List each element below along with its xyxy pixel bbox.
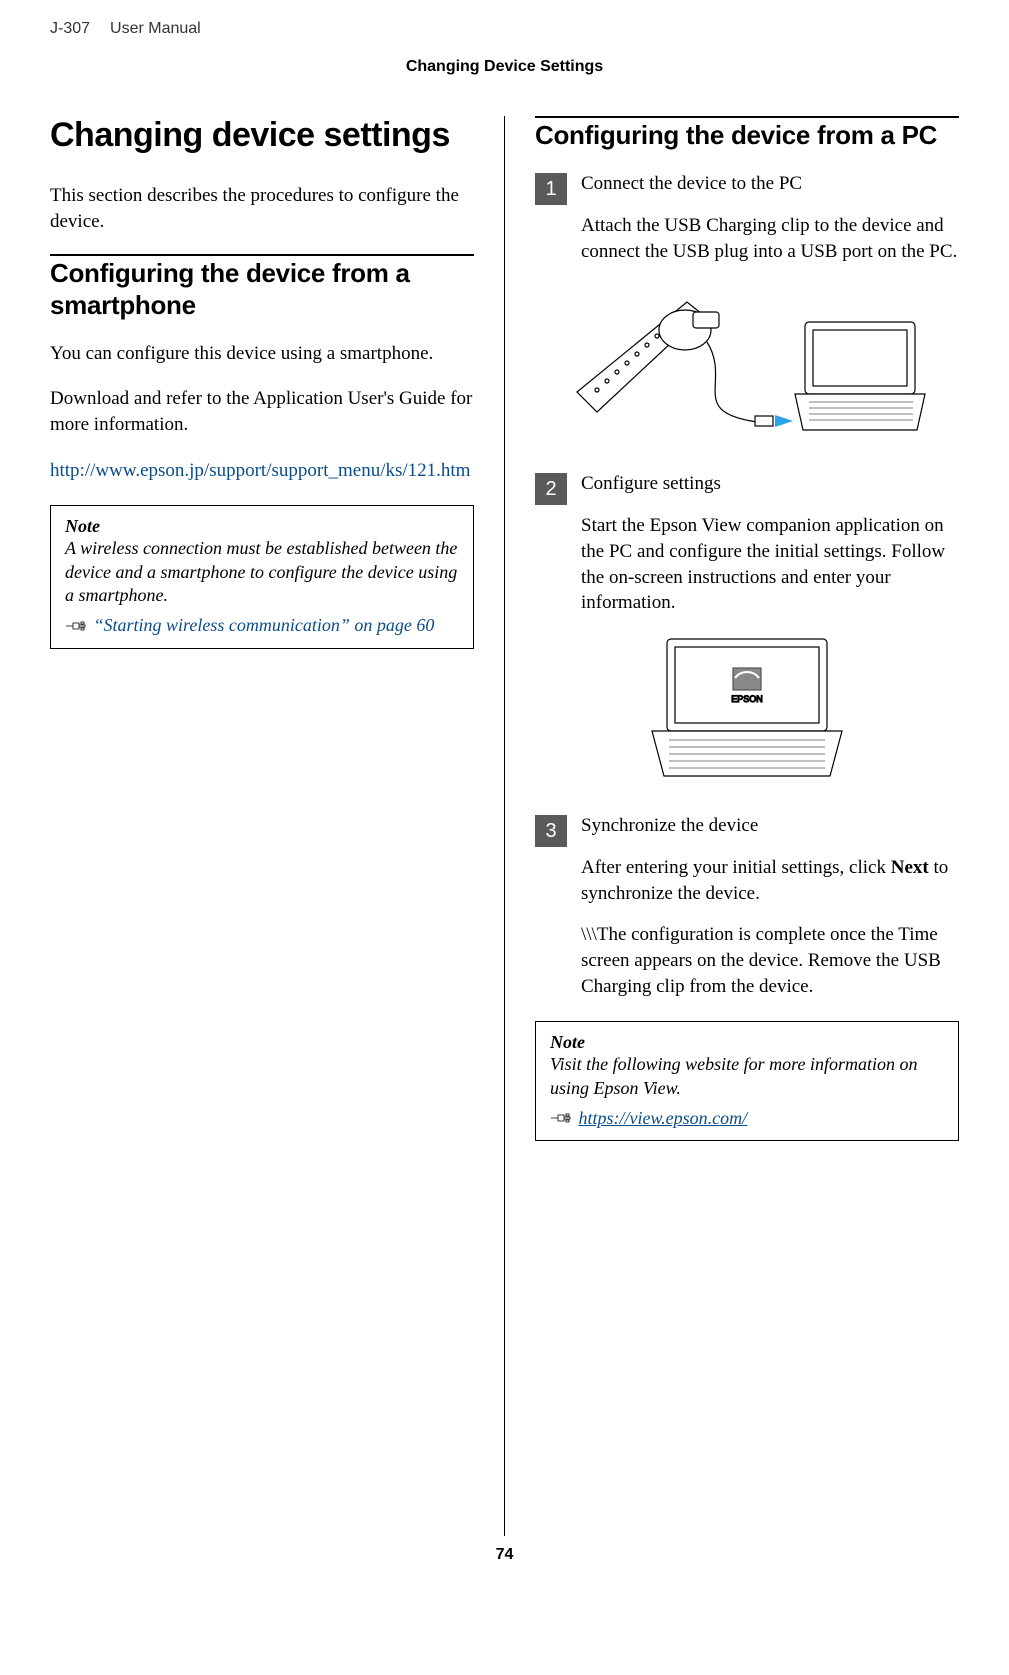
left-column: Changing device settings This section de… (50, 116, 474, 1536)
intro-text: This section describes the procedures to… (50, 183, 474, 234)
model-number: J-307 (50, 20, 90, 37)
pointing-hand-icon (550, 1109, 572, 1130)
right-column: Configuring the device from a PC 1 Conne… (535, 116, 959, 1536)
step-number-1: 1 (535, 173, 567, 205)
step-2-body: Start the Epson View companion applicati… (581, 513, 959, 616)
step-3-body: After entering your initial settings, cl… (581, 855, 959, 999)
note-label-pc: Note (550, 1032, 944, 1053)
note-label: Note (65, 516, 459, 537)
page-title: Changing device settings (50, 116, 474, 155)
step-3-body-1a: After entering your initial settings, cl… (581, 857, 891, 878)
note-box-smartphone: Note A wireless connection must be estab… (50, 505, 474, 649)
pc-heading: Configuring the device from a PC (535, 116, 959, 151)
section-title: Changing Device Settings (50, 58, 959, 76)
note-body-pc: Visit the following website for more inf… (550, 1053, 944, 1100)
note-box-pc: Note Visit the following website for mor… (535, 1021, 959, 1141)
step-3-body-2: \\\The configuration is complete once th… (581, 922, 959, 999)
pointing-hand-icon (65, 617, 87, 638)
illustration-laptop-epson: EPSON (535, 634, 959, 789)
manual-label: User Manual (110, 20, 201, 37)
step-number-3: 3 (535, 815, 567, 847)
epson-view-url-link[interactable]: https://view.epson.com/ (579, 1108, 748, 1128)
column-divider (504, 116, 505, 1536)
next-label: Next (891, 857, 929, 878)
step-1: 1 Connect the device to the PC (535, 171, 959, 205)
step-1-title: Connect the device to the PC (581, 171, 959, 197)
step-1-body: Attach the USB Charging clip to the devi… (581, 213, 959, 264)
smartphone-text-1: You can configure this device using a sm… (50, 341, 474, 367)
cross-reference-text: “Starting wireless communication” on pag… (94, 615, 435, 635)
page-number: 74 (50, 1546, 959, 1564)
smartphone-heading: Configuring the device from a smartphone (50, 254, 474, 320)
step-2: 2 Configure settings (535, 471, 959, 505)
note-body: A wireless connection must be establishe… (65, 537, 459, 607)
step-3-title: Synchronize the device (581, 813, 959, 839)
support-url-link[interactable]: http://www.epson.jp/support/support_menu… (50, 460, 470, 481)
step-number-2: 2 (535, 473, 567, 505)
svg-text:EPSON: EPSON (731, 694, 763, 704)
page-header: J-307 User Manual (50, 20, 959, 38)
cross-reference[interactable]: “Starting wireless communication” on pag… (65, 615, 459, 637)
smartphone-text-2: Download and refer to the Application Us… (50, 386, 474, 437)
illustration-device-to-pc (535, 282, 959, 447)
step-2-title: Configure settings (581, 471, 959, 497)
step-3: 3 Synchronize the device (535, 813, 959, 847)
